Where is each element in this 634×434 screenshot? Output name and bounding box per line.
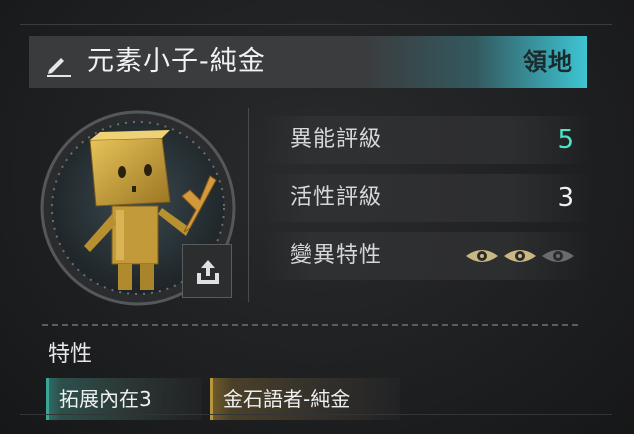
stat-row-mutation-trait: 變異特性 xyxy=(262,232,592,280)
stat-row-activity-rating: 活性評級 3 xyxy=(262,174,592,222)
vertical-divider xyxy=(248,108,249,302)
eye-icon xyxy=(542,250,574,262)
eye-icon xyxy=(504,250,536,262)
stat-label: 活性評級 xyxy=(290,185,383,210)
frame-bottom-line xyxy=(20,414,612,415)
character-name[interactable]: 元素小子-純金 xyxy=(87,36,266,88)
eye-icon xyxy=(466,250,498,262)
share-export-button[interactable] xyxy=(182,244,232,298)
frame-top-line xyxy=(20,24,612,25)
stat-value: 5 xyxy=(557,125,574,155)
stat-value: 3 xyxy=(557,183,574,213)
stat-label: 變異特性 xyxy=(290,243,383,268)
section-divider xyxy=(42,324,578,326)
traits-heading: 特性 xyxy=(48,342,93,367)
stat-row-ability-rating: 異能評級 5 xyxy=(262,116,592,164)
zone-badge: 領地 xyxy=(523,48,573,76)
pencil-icon[interactable] xyxy=(43,49,73,79)
share-export-icon xyxy=(197,260,219,284)
stat-label: 異能評級 xyxy=(290,127,383,152)
mutation-eye-rating xyxy=(464,246,576,266)
title-bar: 元素小子-純金 領地 xyxy=(29,36,587,88)
